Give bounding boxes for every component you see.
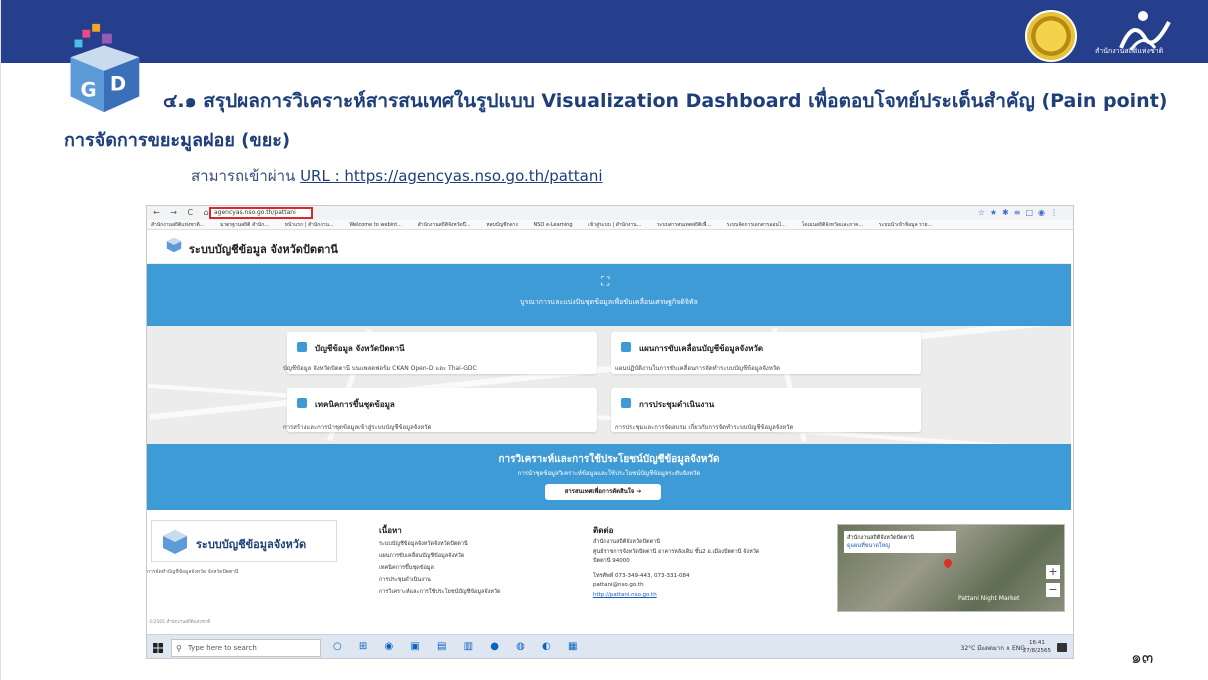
browser-extension-icons[interactable]: ☆★✱≡□◉⋮: [978, 208, 1063, 217]
access-prefix: สามารถเข้าผ่าน: [191, 167, 301, 185]
site-name[interactable]: ระบบบัญชีข้อมูล จังหวัดปัตตานี: [189, 240, 338, 258]
windows-taskbar: ⚲ Type here to search ○ ⊞ ◉ ▣ ▤ ▥ ● ◍ ◐ …: [147, 634, 1073, 658]
address-bar[interactable]: agencyas.nso.go.th/pattani: [209, 207, 313, 219]
presentation-slide: G D สำนักงานสถิติแห่งชาติ ๔.๑ สรุปผลการว…: [0, 0, 1208, 680]
contact-phone: โทรศัพท์ 073-349-443, 073-331-084: [593, 573, 690, 579]
clock-date: 27/8/2565: [1022, 648, 1051, 654]
content-heading: เนื้อหา: [379, 526, 402, 535]
map-market-label: Pattani Night Market: [958, 595, 1020, 602]
bookmark-item[interactable]: หลบบัญชีกลาง: [486, 222, 518, 228]
footer-logo-name: ระบบบัญชีข้อมูลจังหวัด: [196, 538, 307, 551]
map-zoom-in-button[interactable]: +: [1046, 565, 1060, 579]
map-pin-icon: [942, 557, 954, 569]
card-desc: บัญชีข้อมูล จังหวัดปัตตานี บนแพลตฟอร์ม C…: [283, 365, 477, 372]
search-icon: ⚲: [176, 644, 182, 653]
footer-content-link[interactable]: แผนการขับเคลื่อนบัญชีข้อมูลจังหวัด: [379, 552, 464, 560]
footer-content-link[interactable]: การประชุมดำเนินงาน: [379, 576, 431, 584]
hero-banner: ⛶ บูรณาการและแบ่งปันชุดข้อมูลเพื่อขับเคล…: [147, 264, 1071, 326]
analysis-title: การวิเคราะห์และการใช้ประโยชน์บัญชีข้อมูล…: [498, 454, 720, 465]
bookmark-item[interactable]: โดเมนสถิติจังหวัดและภาค...: [802, 222, 864, 228]
notification-icon[interactable]: [1057, 643, 1067, 652]
taskbar-pinned-apps[interactable]: ○ ⊞ ◉ ▣ ▤ ▥ ● ◍ ◐ ▦: [333, 641, 584, 652]
hero-text: บูรณาการและแบ่งปันชุดข้อมูลเพื่อขับเคลื่…: [520, 298, 698, 306]
clock-time: 16:41: [1028, 640, 1045, 646]
card-meetings[interactable]: การประชุมดำเนินงาน การประชุมและการจัดอบร…: [611, 388, 921, 432]
slide-title-continued: การจัดการขยะมูลฝอย (ขยะ): [64, 130, 291, 151]
map-icon: ⛶: [601, 274, 610, 288]
footer-caption: การจัดทำบัญชีข้อมูลจังหวัด จังหวัดปัตตาน…: [147, 569, 239, 575]
bookmark-item[interactable]: ระบบจัดการเอกสารออนไ...: [727, 222, 786, 228]
contact-address: ศูนย์ราชการจังหวัดปัตตานี อาคารหลังเดิม …: [593, 549, 760, 555]
contact-office: สำนักงานสถิติจังหวัดปัตตานี: [593, 539, 661, 545]
svg-text:G: G: [80, 78, 96, 101]
page-number: ๑๓: [1131, 648, 1154, 668]
bookmark-item[interactable]: สำนักงานสถิติแห่งชาติ...: [151, 222, 204, 228]
browser-toolbar: ← → C ⌂ agencyas.nso.go.th/pattani ☆★✱≡□…: [147, 206, 1073, 220]
footer-content-link[interactable]: ระบบบัญชีข้อมูลจังหวัดจังหวัดปัตตานี: [379, 540, 468, 548]
browser-nav-icons[interactable]: ← → C ⌂: [153, 208, 213, 217]
analysis-subtitle: การนำชุดข้อมูลวิเคราะห์ข้อมูลและใช้ประโย…: [517, 470, 701, 477]
map-background-section: บัญชีข้อมูล จังหวัดปัตตานี บัญชีข้อมูล จ…: [147, 326, 1071, 444]
map-zoom-out-button[interactable]: −: [1046, 583, 1060, 597]
gd-catalog-logo: G D: [70, 23, 140, 113]
decision-info-button[interactable]: สารสนเทศเพื่อการตัดสินใจ ➔: [545, 484, 661, 500]
access-url-link[interactable]: URL : https://agencyas.nso.go.th/pattani: [300, 167, 602, 185]
footer-content-link[interactable]: เทคนิคการขึ้นชุดข้อมูล: [379, 564, 434, 572]
catalog-icon: [297, 342, 307, 352]
contact-postcode: ปัตตานี 94000: [593, 558, 630, 564]
windows-start-icon[interactable]: [153, 643, 163, 653]
footer-logo-icon: [163, 530, 187, 554]
province-seal-logo: [1025, 10, 1077, 62]
contact-heading: ติดต่อ: [593, 526, 614, 535]
bookmark-item[interactable]: มาตรฐานสถิติ สำนัก...: [220, 222, 269, 228]
access-instruction: สามารถเข้าผ่าน URL : https://agencyas.ns…: [191, 164, 603, 188]
website-screenshot: ← → C ⌂ agencyas.nso.go.th/pattani ☆★✱≡□…: [146, 205, 1074, 659]
bookmark-item[interactable]: Welcome to webint...: [349, 222, 402, 228]
card-desc: แผนปฏิบัติงานในการขับเคลื่อนการจัดทำระบบ…: [615, 365, 781, 372]
search-placeholder: Type here to search: [188, 644, 257, 652]
bookmark-item[interactable]: สำนักงานสถิติจังหวัดปี...: [418, 222, 471, 228]
footer-logo-frame: ระบบบัญชีข้อมูลจังหวัด: [151, 520, 337, 562]
map-place-card: สำนักงานสถิติจังหวัดปัตตานี ดูแผนที่ขนาด…: [844, 531, 956, 553]
card-drive-plan[interactable]: แผนการขับเคลื่อนบัญชีข้อมูลจังหวัด แผนปฏ…: [611, 332, 921, 374]
bookmark-item[interactable]: ระบบสารสนเทศสถิติเพื่...: [657, 222, 711, 228]
svg-text:D: D: [110, 73, 126, 96]
upload-icon: [297, 398, 307, 408]
contact-website-link[interactable]: http://pattani.nso.go.th: [593, 592, 657, 598]
card-desc: การสร้างและการนำชุดข้อมูลเข้าสู่ระบบบัญช…: [283, 424, 432, 431]
analysis-banner: การวิเคราะห์และการใช้ประโยชน์บัญชีข้อมูล…: [147, 444, 1071, 510]
bookmark-item[interactable]: NSO e-Learning: [534, 222, 573, 228]
footer-brand: ระบบบัญชีข้อมูลจังหวัด การจัดทำบัญชีข้อม…: [147, 520, 337, 580]
calendar-icon: [621, 342, 631, 352]
card-desc: การประชุมและการจัดอบรม เกี่ยวกับการจัดทำ…: [615, 424, 794, 431]
people-icon: [621, 398, 631, 408]
bookmark-item[interactable]: เข้าสู่ระบบ | สำนักงาน...: [588, 222, 641, 228]
card-title: แผนการขับเคลื่อนบัญชีข้อมูลจังหวัด: [639, 344, 764, 353]
slide-title: ๔.๑ สรุปผลการวิเคราะห์สารสนเทศในรูปแบบ V…: [163, 90, 1168, 112]
footer-content-link[interactable]: การวิเคราะห์และการใช้ประโยชน์บัญชีข้อมูล…: [379, 588, 501, 596]
site-header: ระบบบัญชีข้อมูล จังหวัดปัตตานี: [147, 230, 1071, 264]
card-title: เทคนิคการขึ้นชุดข้อมูล: [315, 400, 395, 409]
nso-label: สำนักงานสถิติแห่งชาติ: [1095, 47, 1164, 55]
bookmark-item[interactable]: หน้าแรก | สำนักงาน...: [285, 222, 334, 228]
taskbar-clock[interactable]: 16:41 27/8/2565: [1023, 639, 1051, 655]
card-data-catalog[interactable]: บัญชีข้อมูล จังหวัดปัตตานี บัญชีข้อมูล จ…: [283, 332, 597, 374]
map-place-name: สำนักงานสถิติจังหวัดปัตตานี: [847, 535, 915, 541]
embedded-map[interactable]: สำนักงานสถิติจังหวัดปัตตานี ดูแผนที่ขนาด…: [837, 524, 1065, 612]
site-logo-icon[interactable]: [165, 236, 183, 254]
copyright: ©2565 สำนักงานสถิติแห่งชาติ: [149, 620, 211, 625]
bookmark-item[interactable]: ระบบนำเข้าข้อมูล ราย...: [879, 222, 932, 228]
card-title: การประชุมดำเนินงาน: [639, 400, 715, 409]
bookmarks-bar: สำนักงานสถิติแห่งชาติ... มาตรฐานสถิติ สำ…: [147, 220, 1073, 230]
system-tray[interactable]: 32°C มีแดดมาก ∧ ENG: [961, 643, 1025, 653]
taskbar-search-input[interactable]: ⚲ Type here to search: [171, 639, 321, 657]
map-large-link[interactable]: ดูแผนที่ขนาดใหญ่: [847, 542, 953, 550]
card-title: บัญชีข้อมูล จังหวัดปัตตานี: [315, 344, 405, 353]
card-dataset-technique[interactable]: เทคนิคการขึ้นชุดข้อมูล การสร้างและการนำช…: [283, 388, 597, 432]
contact-email[interactable]: pattani@nso.go.th: [593, 582, 644, 588]
